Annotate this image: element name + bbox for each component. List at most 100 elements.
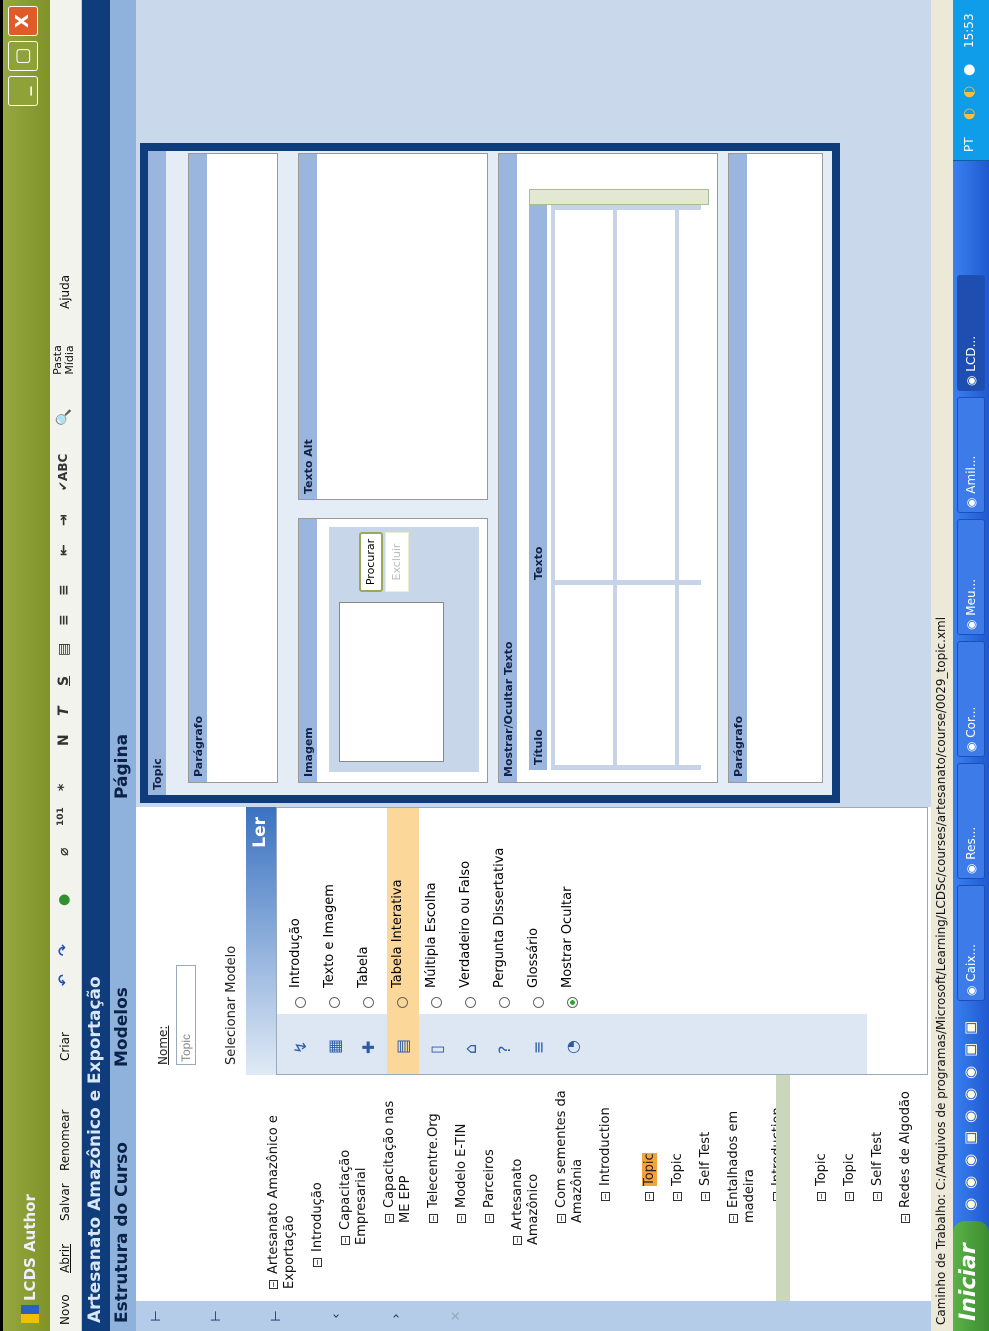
expand-toggle-icon[interactable]: − [873,1192,882,1201]
model-option[interactable]: ? Pergunta Dissertativa [489,808,521,1074]
tree-item[interactable]: −Artesanato Amazônico [510,1089,542,1245]
add-child-icon[interactable]: ⊢ [206,1305,228,1327]
expand-toggle-icon[interactable]: − [729,1214,738,1223]
move-right-icon[interactable]: › [386,1305,408,1327]
tree-item[interactable]: − Telecentre.Org [426,1089,442,1223]
maximize-button[interactable]: ▢ [8,41,38,71]
quick-launch-icon[interactable]: ▣ [961,1043,979,1057]
nome-input[interactable] [176,965,196,1065]
tray-icon[interactable]: ◐ [961,108,977,120]
model-radio[interactable] [329,997,340,1008]
model-option[interactable]: ✚ Tabela [353,808,385,1074]
model-radio[interactable] [567,997,578,1008]
tree-item[interactable]: − Topic [670,1089,686,1201]
spellcheck-button[interactable]: ✔ABC [56,454,70,491]
tree-item[interactable]: −Capacitação Empresarial [338,1089,370,1245]
binary-icon[interactable]: 101 [56,807,66,826]
tree-item[interactable]: −Entalhados em madeira [726,1089,758,1223]
table-cell[interactable] [555,210,613,580]
pasta-midia-button[interactable]: Pasta Mídia [51,329,76,391]
criar-button[interactable]: Criar [58,1032,72,1061]
table-cell[interactable] [617,585,675,765]
asterisk-icon[interactable]: * [56,784,72,791]
taskbar-item[interactable]: ◉ Meu... [957,519,985,635]
table-cell[interactable] [555,585,613,765]
model-radio[interactable] [499,997,510,1008]
expand-toggle-icon[interactable]: − [901,1214,910,1223]
expand-toggle-icon[interactable]: − [485,1214,494,1223]
tree-item[interactable]: − Parceiros [482,1089,498,1223]
numbered-list-icon[interactable]: ≡ [56,614,72,626]
expand-toggle-icon[interactable]: − [429,1214,438,1223]
expand-toggle-icon[interactable]: − [601,1192,610,1201]
tree-item[interactable]: − Self Test [698,1089,714,1201]
taskbar-item[interactable]: ◉ Res... [957,763,985,879]
expand-toggle-icon[interactable]: − [269,1280,278,1289]
quick-launch-icon[interactable]: ◉ [961,1088,979,1101]
add-item-icon[interactable]: ⊢ [146,1305,168,1327]
quick-launch-icon[interactable]: ◉ [961,1198,979,1211]
italic-button[interactable]: T [56,706,72,716]
model-option[interactable]: ≡ Glossário [523,808,555,1074]
quick-launch-icon[interactable]: ◉ [961,1176,979,1189]
paragrafo2-panel[interactable]: Parágrafo [728,153,823,783]
taskbar-item[interactable]: ◉ Cor... [957,641,985,757]
tree-item[interactable]: −Capacitação nas ME EPP [382,1089,414,1223]
salvar-button[interactable]: Salvar [58,1183,72,1221]
undo-icon[interactable]: ↶ [56,974,72,986]
quick-launch-icon[interactable]: ◉ [961,1110,979,1123]
expand-toggle-icon[interactable]: − [513,1236,522,1245]
tray-icon[interactable]: ◐ [961,86,977,98]
novo-button[interactable]: Novo [58,1294,72,1325]
link-icon[interactable]: ● [56,894,72,906]
table-cell[interactable] [679,585,701,765]
model-radio[interactable] [533,997,544,1008]
quick-launch-icon[interactable]: ▣ [961,1021,979,1035]
tree-item[interactable]: − Redes de Algodão [898,1089,914,1223]
indent-icon[interactable]: ⇥ [56,514,72,526]
tree-item[interactable]: − Modelo E-TIN [454,1089,470,1223]
ajuda-button[interactable]: Ajuda [58,275,72,309]
table-cell[interactable] [617,210,675,580]
model-radio[interactable] [363,997,374,1008]
move-left-icon[interactable]: ‹ [326,1305,348,1327]
excluir-button[interactable]: Excluir [385,532,409,592]
underline-button[interactable]: S [56,676,72,686]
language-indicator[interactable]: PT [962,137,976,152]
tree-item[interactable]: − Topic [814,1089,830,1201]
redo-icon[interactable]: ↷ [56,944,72,956]
outdent-icon[interactable]: ⇤ [56,544,72,556]
delete-icon[interactable]: ✕ [446,1305,468,1327]
tree-item[interactable]: − Self Test [870,1089,886,1201]
expand-toggle-icon[interactable]: − [845,1192,854,1201]
expand-toggle-icon[interactable]: − [557,1214,566,1223]
heading-icon[interactable]: ▤ [56,643,72,656]
table-scrollbar[interactable] [529,189,709,205]
model-option[interactable]: ▯ Múltipla Escolha [421,808,453,1074]
tree-item[interactable]: − Introdução [310,1089,326,1267]
quick-launch-icon[interactable]: ▣ [961,1131,979,1145]
model-option[interactable]: ⌂ Verdadeiro ou Falso [455,808,487,1074]
taskbar-item[interactable]: ◉ Caix... [957,885,985,1001]
expand-toggle-icon[interactable]: − [457,1214,466,1223]
table-cell[interactable] [679,210,701,580]
tree-item[interactable]: −Artesanato Amazônico e Exportação [266,1089,298,1289]
model-option[interactable]: ▤ Tabela Interativa [387,808,419,1074]
quick-launch-icon[interactable]: ◉ [961,1066,979,1079]
taskbar-item[interactable]: ◉ LCD... [957,275,985,391]
tree-scrollbar[interactable] [776,1075,790,1301]
taskbar-item[interactable]: ◉ Amil... [957,397,985,513]
expand-toggle-icon[interactable]: − [313,1258,322,1267]
tree-item[interactable]: − Topic [642,1089,658,1201]
model-option[interactable]: ◔ Mostrar Ocultar [557,808,589,1074]
model-radio[interactable] [295,997,306,1008]
quick-launch-icon[interactable]: ◉ [961,1154,979,1167]
renomear-button[interactable]: Renomear [58,1110,72,1172]
start-button[interactable]: Iniciar [953,1221,989,1331]
tree-item[interactable]: − Introduction [598,1089,614,1201]
model-option[interactable]: ↯ Introdução [285,808,317,1074]
model-radio[interactable] [397,997,408,1008]
abrir-button[interactable]: Abrir [58,1244,72,1273]
model-radio[interactable] [431,997,442,1008]
expand-toggle-icon[interactable]: − [645,1192,654,1201]
